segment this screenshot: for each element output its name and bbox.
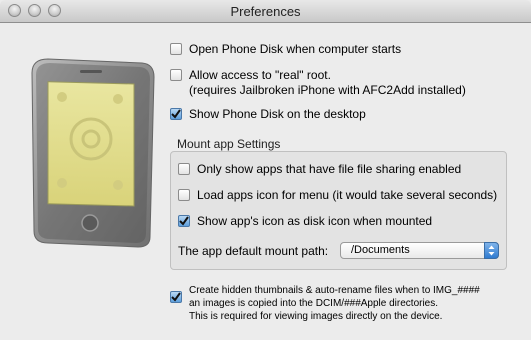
updown-arrows-icon (484, 242, 499, 259)
app-icon-disk-label: Show app's icon as disk icon when mounte… (197, 214, 433, 228)
only-sharing-label: Only show apps that have file file shari… (197, 162, 462, 176)
allow-root-label-line1: Allow access to "real" root. (189, 68, 331, 82)
app-icon-disk-option[interactable]: Show app's icon as disk icon when mounte… (178, 214, 432, 229)
thumbnails-line3: This is required for viewing images dire… (189, 311, 443, 322)
load-icons-option[interactable]: Load apps icon for menu (it would take s… (178, 188, 497, 203)
preferences-window: Preferences Open Phone Disk when compute… (0, 0, 531, 340)
checkmark-icon (179, 216, 189, 226)
allow-root-checkbox[interactable] (170, 69, 182, 81)
thumbnails-label: Create hidden thumbnails & auto-rename f… (189, 284, 480, 323)
allow-root-label-line2: (requires Jailbroken iPhone with AFC2Add… (189, 83, 466, 97)
thumbnails-checkbox[interactable] (170, 291, 182, 303)
allow-root-label: Allow access to "real" root. (requires J… (189, 68, 466, 98)
open-on-start-label: Open Phone Disk when computer starts (189, 42, 402, 56)
only-sharing-option[interactable]: Only show apps that have file file shari… (178, 162, 461, 177)
window-title: Preferences (230, 4, 301, 19)
checkmark-icon (171, 292, 181, 302)
show-on-desktop-label: Show Phone Disk on the desktop (189, 107, 366, 121)
show-on-desktop-option[interactable]: Show Phone Disk on the desktop (170, 107, 366, 122)
only-sharing-checkbox[interactable] (178, 163, 190, 175)
thumbnails-line1: Create hidden thumbnails & auto-rename f… (189, 285, 480, 296)
load-icons-checkbox[interactable] (178, 189, 190, 201)
mount-path-value: /Documents (351, 244, 410, 256)
allow-root-option[interactable]: Allow access to "real" root. (requires J… (170, 68, 466, 98)
mount-settings-title: Mount app Settings (177, 137, 281, 151)
phone-icon (31, 58, 155, 248)
load-icons-label: Load apps icon for menu (it would take s… (197, 188, 498, 202)
app-icon-disk-checkbox[interactable] (178, 215, 190, 227)
open-on-start-checkbox[interactable] (170, 43, 182, 55)
show-on-desktop-checkbox[interactable] (170, 108, 182, 120)
mount-path-label: The app default mount path: (178, 244, 329, 258)
mount-path-select[interactable]: /Documents (340, 242, 499, 259)
checkmark-icon (171, 109, 181, 119)
open-on-start-option[interactable]: Open Phone Disk when computer starts (170, 42, 401, 57)
thumbnails-line2: an images is copied into the DCIM/###App… (189, 298, 439, 309)
thumbnails-option[interactable]: Create hidden thumbnails & auto-rename f… (170, 284, 480, 323)
title-bar[interactable]: Preferences (0, 0, 531, 23)
